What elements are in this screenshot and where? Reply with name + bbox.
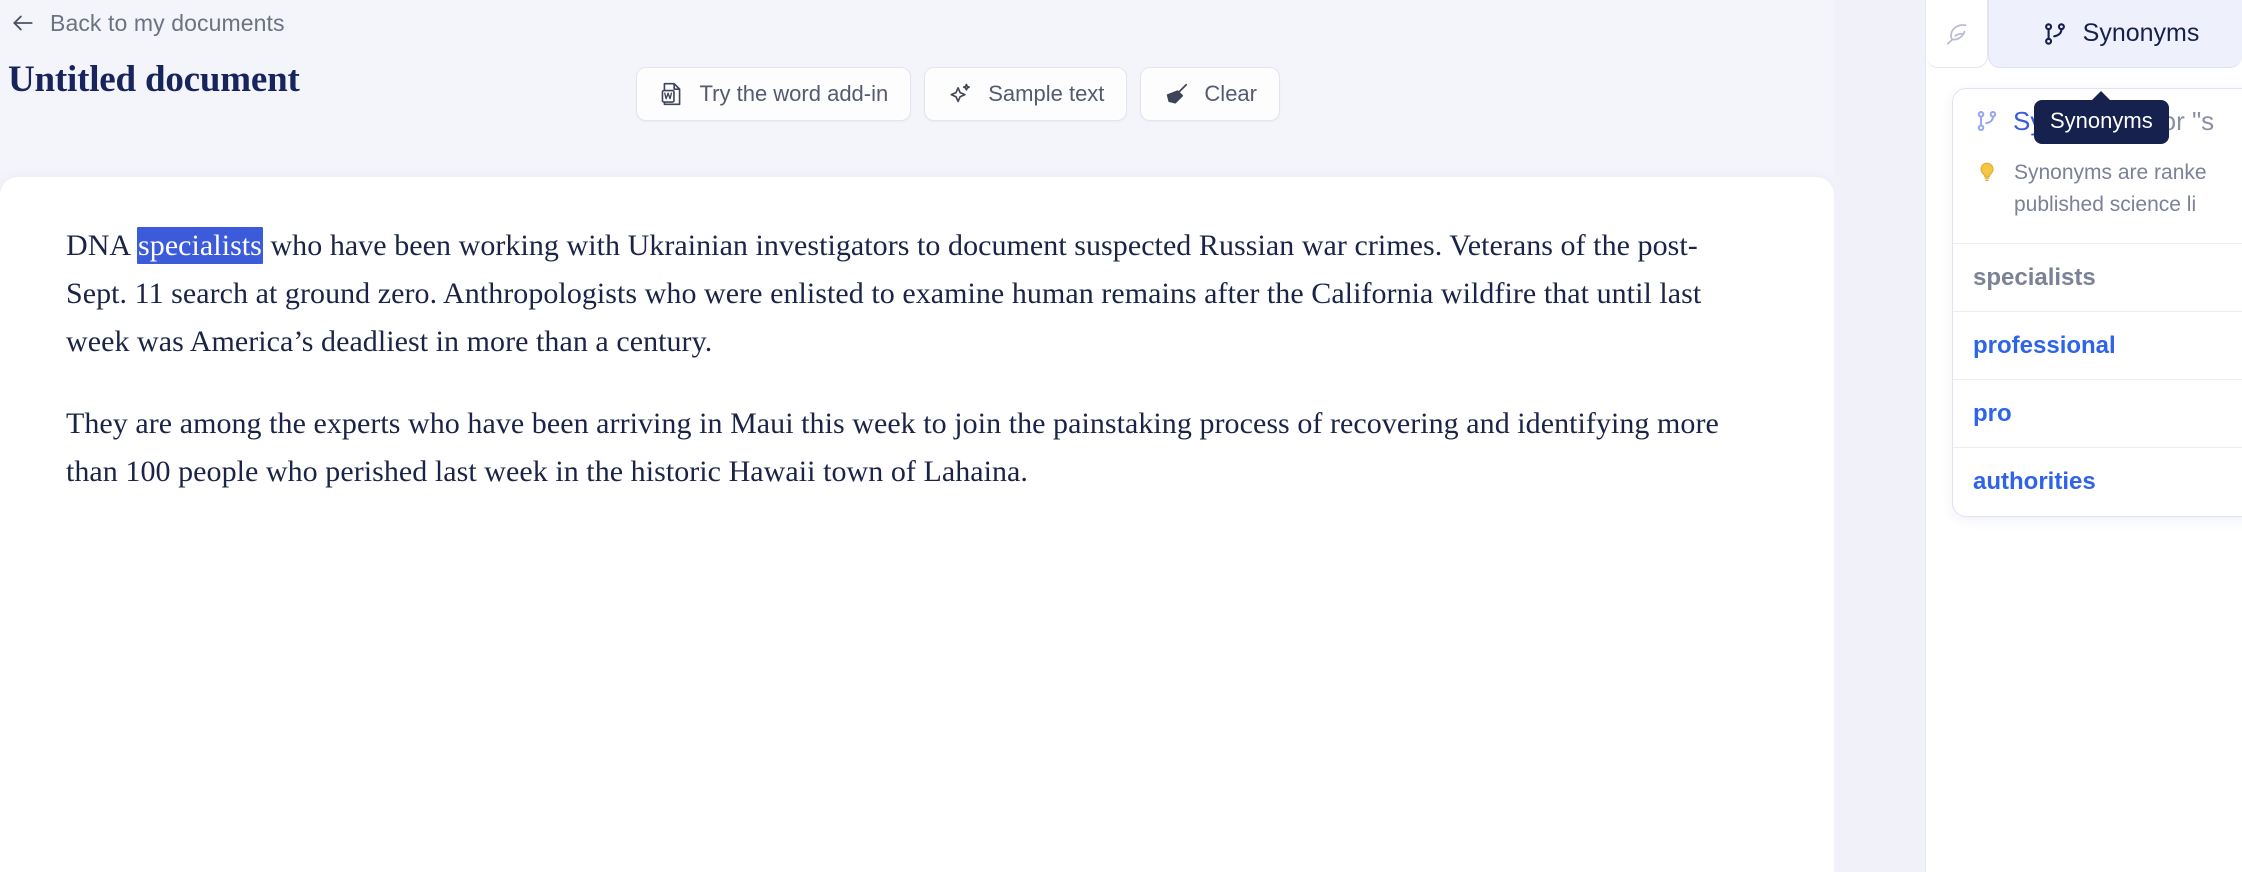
editor-toolbar: Try the word add-in Sample text Clear: [635, 67, 1280, 121]
sidebar-panel: Synonyms Synonyms Synonyms for "s: [1925, 0, 2242, 872]
git-branch-icon: [2040, 19, 2070, 49]
app-root: Back to my documents Untitled document T…: [0, 0, 2242, 872]
tab-synonyms[interactable]: Synonyms: [1988, 0, 2242, 68]
synonym-option[interactable]: professional: [1953, 312, 2242, 380]
selected-word-highlight[interactable]: specialists: [137, 227, 263, 264]
git-branch-icon: [1973, 107, 2001, 135]
synonyms-hint-text: Synonyms are ranke published science li: [2014, 157, 2207, 221]
tab-tooltip: Synonyms: [2034, 91, 2169, 144]
back-link-label: Back to my documents: [50, 9, 285, 36]
tab-synonyms-label: Synonyms: [2082, 19, 2200, 47]
editor-column: Back to my documents Untitled document T…: [0, 0, 1925, 872]
hint-line-2: published science li: [2014, 193, 2197, 216]
feather-quill-icon: [1942, 19, 1972, 49]
panel-tab-bar: Synonyms: [1926, 0, 2242, 68]
sparkle-star-icon: [947, 81, 974, 108]
try-word-addin-button[interactable]: Try the word add-in: [635, 67, 912, 121]
broom-icon: [1163, 81, 1190, 108]
lightbulb-icon: [1973, 157, 2001, 187]
document-text-area[interactable]: DNA specialists who have been working wi…: [66, 222, 1744, 496]
synonyms-hint: Synonyms are ranke published science li: [1953, 153, 2242, 244]
paragraph-1-after: who have been working with Ukrainian inv…: [66, 229, 1702, 358]
hint-line-1: Synonyms are ranke: [2014, 161, 2207, 184]
page-title[interactable]: Untitled document: [8, 58, 300, 101]
word-document-icon: [659, 81, 686, 108]
editor-right-gutter: [1834, 0, 1925, 872]
clear-label: Clear: [1204, 81, 1257, 106]
synonym-option[interactable]: pro: [1953, 380, 2242, 448]
sample-text-button[interactable]: Sample text: [924, 67, 1128, 121]
document-card: DNA specialists who have been working wi…: [0, 177, 1834, 872]
clear-button[interactable]: Clear: [1140, 67, 1280, 121]
paragraph-1-before: DNA: [66, 229, 138, 262]
synonym-option[interactable]: authorities: [1953, 448, 2242, 516]
synonym-query-word: specialists: [1953, 244, 2242, 312]
document-paragraph-2: They are among the experts who have been…: [66, 407, 1719, 488]
try-word-addin-label: Try the word add-in: [699, 81, 889, 106]
arrow-left-icon: [10, 10, 36, 36]
sample-text-label: Sample text: [988, 81, 1105, 106]
back-to-documents-link[interactable]: Back to my documents: [10, 8, 285, 38]
synonyms-card: Synonyms for "s Synonyms are ranke publi…: [1952, 88, 2242, 517]
document-paragraph-1: DNA specialists who have been working wi…: [66, 222, 1744, 366]
tab-paraphrase[interactable]: [1926, 0, 1988, 68]
